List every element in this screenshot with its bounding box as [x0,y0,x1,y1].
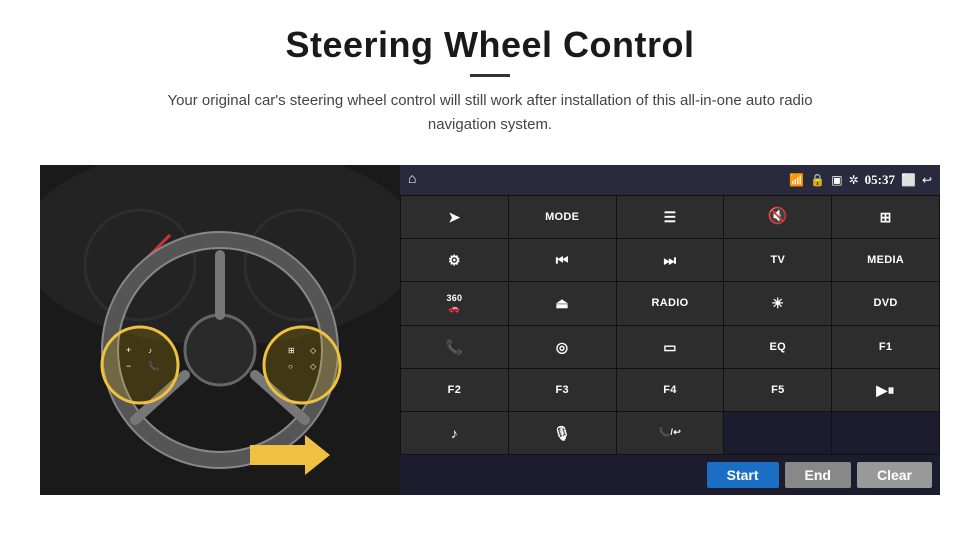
sim-icon: ▣ [831,173,842,188]
mirror-icon: ⬜ [901,173,916,188]
btn-brightness[interactable]: ☀ [724,282,831,324]
home-icon[interactable]: ⌂ [408,172,416,188]
btn-phone[interactable]: 📞 [401,326,508,368]
btn-music[interactable]: ♪ [401,412,508,454]
button-grid: ➤ MODE ☰ 🔇 ⊞ ⚙ ⏮ ⏭ TV MEDIA 360🚗 ⏏ RADIO… [400,195,940,455]
btn-f3[interactable]: F3 [509,369,616,411]
subtitle-text: Your original car's steering wheel contr… [150,89,830,137]
btn-media[interactable]: MEDIA [832,239,939,281]
btn-navigate[interactable]: ➤ [401,196,508,238]
btn-list[interactable]: ☰ [617,196,724,238]
status-time: 05:37 [865,172,895,188]
btn-eject[interactable]: ⏏ [509,282,616,324]
page-container: Steering Wheel Control Your original car… [0,0,980,544]
btn-360[interactable]: 360🚗 [401,282,508,324]
action-bar: Start End Clear [400,455,940,495]
btn-empty2 [832,412,939,454]
btn-answer[interactable]: 📞/↩ [617,412,724,454]
btn-display[interactable]: ▭ [617,326,724,368]
svg-text:○: ○ [288,362,293,371]
clear-button[interactable]: Clear [857,462,932,488]
btn-mic[interactable]: 🎙 [509,412,616,454]
svg-text:📞: 📞 [148,360,160,371]
svg-text:♪: ♪ [148,346,152,355]
btn-empty1 [724,412,831,454]
svg-text:⊞: ⊞ [288,346,295,355]
title-divider [470,74,510,77]
btn-f2[interactable]: F2 [401,369,508,411]
btn-playpause[interactable]: ▶⏸ [832,369,939,411]
start-button[interactable]: Start [707,462,779,488]
steering-wheel-image: + ♪ − 📞 ⊞ ◇ ○ ◇ [40,165,400,495]
title-section: Steering Wheel Control Your original car… [40,24,940,155]
status-bar: ⌂ 📶 🔒 ▣ ✲ 05:37 ⬜ ↩ [400,165,940,195]
btn-f5[interactable]: F5 [724,369,831,411]
btn-apps[interactable]: ⊞ [832,196,939,238]
wifi-icon: 📶 [789,173,804,188]
btn-mute[interactable]: 🔇 [724,196,831,238]
steering-wheel-svg: + ♪ − 📞 ⊞ ◇ ○ ◇ [40,165,400,495]
btn-tv[interactable]: TV [724,239,831,281]
btn-settings[interactable]: ⚙ [401,239,508,281]
back-icon[interactable]: ↩ [922,173,932,188]
btn-next[interactable]: ⏭ [617,239,724,281]
btn-radio[interactable]: RADIO [617,282,724,324]
control-panel: ⌂ 📶 🔒 ▣ ✲ 05:37 ⬜ ↩ ➤ MODE ☰ 🔇 [400,165,940,495]
btn-dvd[interactable]: DVD [832,282,939,324]
end-button[interactable]: End [785,462,851,488]
bluetooth-icon: ✲ [849,173,859,188]
status-bar-left: ⌂ [408,172,416,188]
svg-text:◇: ◇ [310,362,317,371]
svg-text:◇: ◇ [310,346,317,355]
btn-f4[interactable]: F4 [617,369,724,411]
page-title: Steering Wheel Control [40,24,940,66]
btn-f1[interactable]: F1 [832,326,939,368]
btn-eq[interactable]: EQ [724,326,831,368]
btn-prev[interactable]: ⏮ [509,239,616,281]
content-row: + ♪ − 📞 ⊞ ◇ ○ ◇ ⌂ [40,165,940,495]
btn-mode[interactable]: MODE [509,196,616,238]
status-bar-right: 📶 🔒 ▣ ✲ 05:37 ⬜ ↩ [789,172,932,188]
btn-swirl[interactable]: ◎ [509,326,616,368]
svg-text:−: − [126,361,131,371]
svg-text:+: + [126,345,131,355]
lock-icon: 🔒 [810,173,825,188]
